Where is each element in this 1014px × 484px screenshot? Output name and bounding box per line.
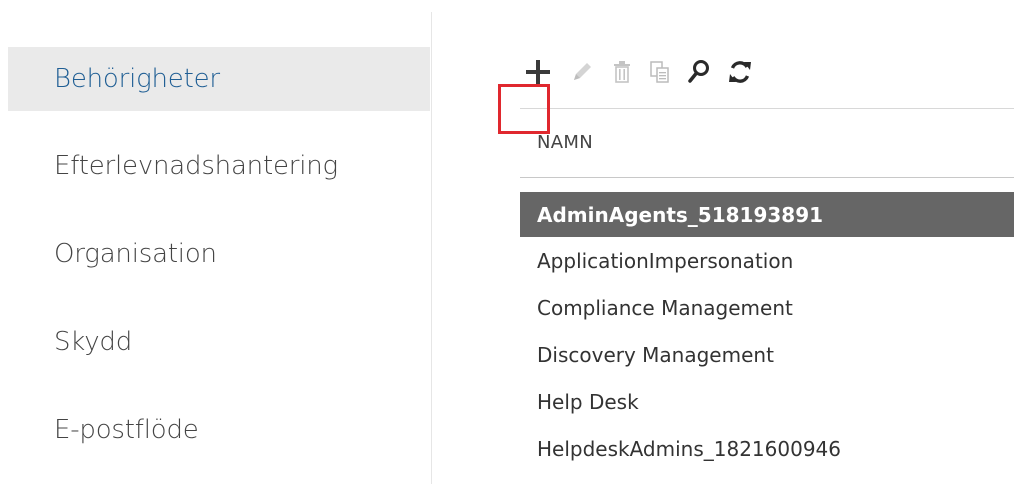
sidebar-item-mail-flow[interactable]: E-postflöde [8,398,430,462]
sidebar-item-label: Skydd [54,327,133,357]
admin-center-page: Behörigheter Efterlevnadshantering Organ… [0,0,1014,484]
pane-divider [431,12,432,484]
sidebar-item-permissions[interactable]: Behörigheter [8,47,430,111]
column-header-name[interactable]: NAMN [537,132,593,153]
search-button[interactable] [686,55,712,89]
toolbar [522,50,768,94]
sidebar-item-label: Efterlevnadshantering [54,151,338,181]
table-row[interactable]: HelpdeskAdmins_1821600946 [520,425,1014,472]
row-name: Compliance Management [537,295,793,320]
row-name: Discovery Management [537,342,774,367]
sidebar-item-organization[interactable]: Organisation [8,222,430,286]
search-icon [688,60,709,83]
refresh-icon [729,61,751,83]
table-row[interactable]: ApplicationImpersonation [520,237,1014,284]
sidebar-nav: Behörigheter Efterlevnadshantering Organ… [0,0,430,484]
pencil-icon [574,63,591,80]
sidebar-item-label: E-postflöde [54,415,199,445]
role-list: AdminAgents_518193891 ApplicationImperso… [520,192,1014,472]
table-row[interactable]: Discovery Management [520,331,1014,378]
table-row[interactable]: Help Desk [520,378,1014,425]
sidebar-item-label: Organisation [54,239,217,269]
row-name: Help Desk [537,389,639,414]
header-separator [520,177,1014,178]
trash-icon [614,61,630,83]
delete-button[interactable] [610,55,634,89]
sidebar-item-protection[interactable]: Skydd [8,310,430,374]
highlight-annotation [498,84,550,134]
toolbar-separator [520,108,1014,109]
sidebar-item-compliance[interactable]: Efterlevnadshantering [8,134,430,198]
copy-button[interactable] [648,55,672,89]
sidebar-item-label: Behörigheter [54,64,220,94]
table-row[interactable]: AdminAgents_518193891 [520,192,1014,237]
row-name: HelpdeskAdmins_1821600946 [537,436,842,461]
table-row[interactable]: Compliance Management [520,284,1014,331]
refresh-button[interactable] [726,55,754,89]
copy-icon [650,61,669,83]
row-name: AdminAgents_518193891 [537,202,824,227]
edit-button[interactable] [568,55,596,89]
plus-icon [526,60,550,84]
row-name: ApplicationImpersonation [537,248,794,273]
